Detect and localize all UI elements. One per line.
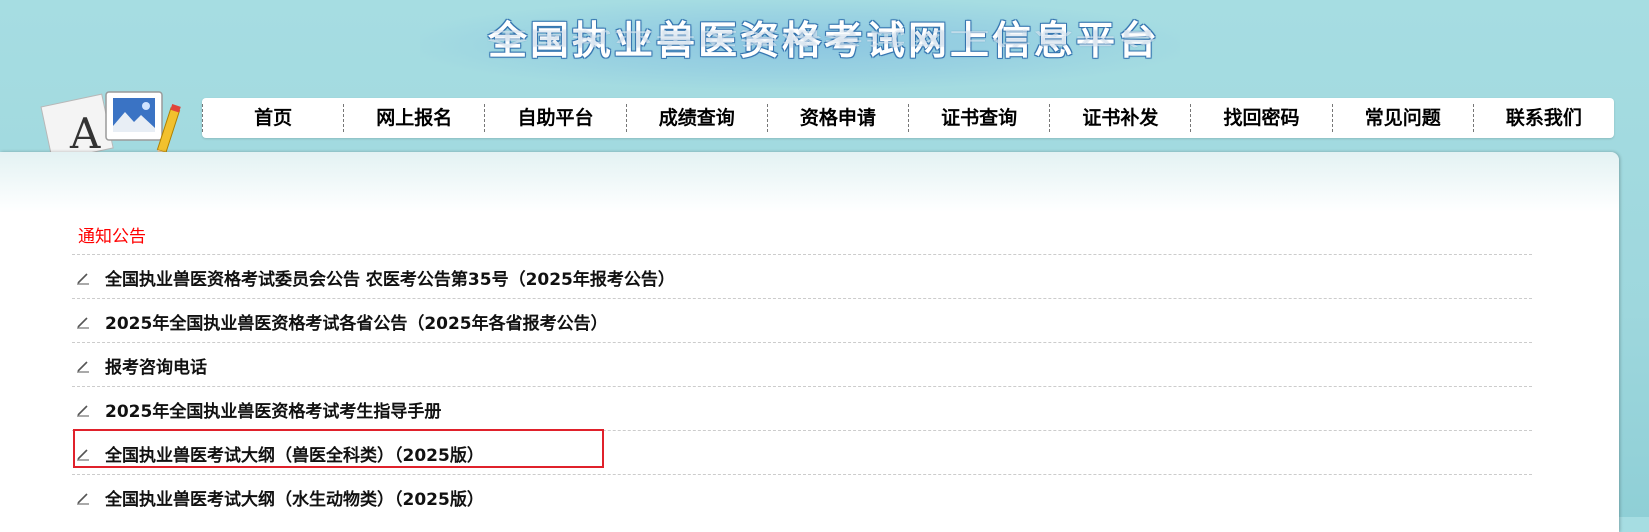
nav-recover-password[interactable]: 找回密码 <box>1190 104 1331 132</box>
pencil-icon <box>77 405 89 417</box>
nav-contact-us[interactable]: 联系我们 <box>1472 104 1614 132</box>
list-item: 报考咨询电话 <box>72 342 1532 386</box>
pencil-icon <box>77 273 89 285</box>
highlight-box <box>73 429 604 468</box>
main-nav: 首页 网上报名 自助平台 成绩查询 资格申请 证书查询 证书补发 找回密码 常见… <box>202 98 1614 138</box>
nav-certificate-reissue[interactable]: 证书补发 <box>1049 104 1190 132</box>
pencil-icon <box>77 493 89 505</box>
notice-list: 全国执业兽医资格考试委员会公告 农医考公告第35号（2025年报考公告） 202… <box>72 254 1532 518</box>
list-item: 全国执业兽医考试大纲（水生动物类）（2025版） <box>72 474 1532 518</box>
site-header: 全国执业兽医资格考试网上信息平台 全国执业兽医资格考试网上信息平台 A 首页 网… <box>0 0 1649 155</box>
section-title: 通知公告 <box>78 227 146 247</box>
notice-link[interactable]: 2025年全国执业兽医资格考试各省公告（2025年各省报考公告） <box>105 309 608 334</box>
notice-link[interactable]: 2025年全国执业兽医资格考试考生指导手册 <box>105 397 441 422</box>
nav-qualification-application[interactable]: 资格申请 <box>766 104 908 132</box>
nav-certificate-query[interactable]: 证书查询 <box>908 104 1049 132</box>
site-title-reflection: 全国执业兽医资格考试网上信息平台 <box>488 27 1161 48</box>
nav-faq[interactable]: 常见问题 <box>1331 104 1473 132</box>
notice-link[interactable]: 报考咨询电话 <box>105 353 207 378</box>
nav-self-service[interactable]: 自助平台 <box>484 104 625 132</box>
list-item: 2025年全国执业兽医资格考试各省公告（2025年各省报考公告） <box>72 298 1532 342</box>
nav-online-registration[interactable]: 网上报名 <box>343 104 484 132</box>
nav-score-query[interactable]: 成绩查询 <box>625 104 767 132</box>
pencil-icon <box>77 317 89 329</box>
list-item: 全国执业兽医资格考试委员会公告 农医考公告第35号（2025年报考公告） <box>72 254 1532 298</box>
logo-icon: A <box>40 91 181 152</box>
list-item: 2025年全国执业兽医资格考试考生指导手册 <box>72 386 1532 430</box>
svg-text:A: A <box>69 109 101 152</box>
pencil-icon <box>77 361 89 373</box>
notice-link[interactable]: 全国执业兽医资格考试委员会公告 农医考公告第35号（2025年报考公告） <box>105 265 675 290</box>
nav-home[interactable]: 首页 <box>202 104 343 132</box>
notice-link[interactable]: 全国执业兽医考试大纲（水生动物类）（2025版） <box>105 485 484 510</box>
